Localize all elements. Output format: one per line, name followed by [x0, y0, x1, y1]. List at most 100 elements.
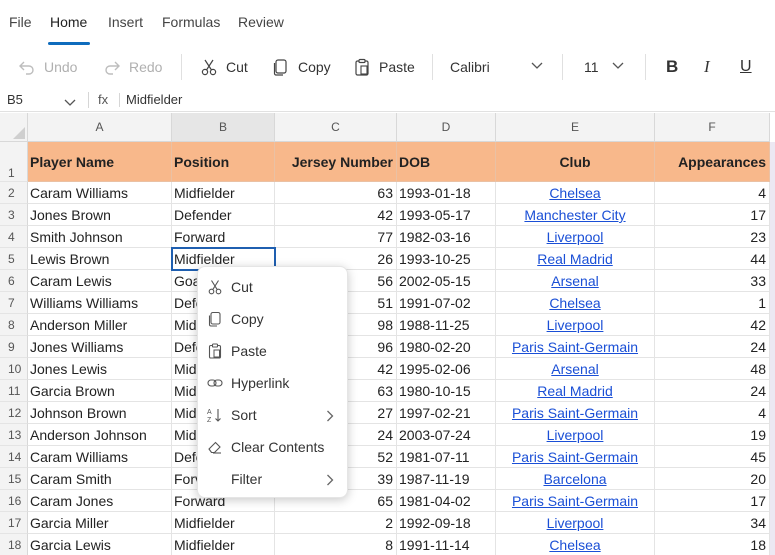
club-link-cell[interactable]: Paris Saint-Germain	[496, 336, 655, 358]
table-cell[interactable]: 1980-10-15	[397, 380, 496, 402]
row-header[interactable]: 17	[0, 512, 28, 534]
row-header[interactable]: 6	[0, 270, 28, 292]
row-header[interactable]: 8	[0, 314, 28, 336]
chevron-down-icon[interactable]	[64, 95, 76, 110]
table-cell[interactable]: Jones Brown	[28, 204, 172, 226]
row-header[interactable]: 12	[0, 402, 28, 424]
header-cell-appearances[interactable]: Appearances	[655, 142, 770, 182]
menu-item-sort[interactable]: A Z Sort	[198, 399, 347, 431]
table-cell[interactable]: 1995-02-06	[397, 358, 496, 380]
table-cell[interactable]: 24	[655, 380, 770, 402]
column-header-b[interactable]: B	[172, 113, 275, 142]
club-link-cell[interactable]: Real Madrid	[496, 248, 655, 270]
row-header[interactable]: 13	[0, 424, 28, 446]
menu-item-cut[interactable]: Cut	[198, 271, 347, 303]
row-header[interactable]: 15	[0, 468, 28, 490]
table-cell[interactable]: Williams Williams	[28, 292, 172, 314]
table-cell[interactable]: 77	[275, 226, 397, 248]
column-header-d[interactable]: D	[397, 113, 496, 142]
table-cell[interactable]: Jones Lewis	[28, 358, 172, 380]
row-header[interactable]: 2	[0, 182, 28, 204]
club-link-cell[interactable]: Paris Saint-Germain	[496, 446, 655, 468]
table-cell[interactable]: Anderson Johnson	[28, 424, 172, 446]
table-cell[interactable]: 45	[655, 446, 770, 468]
club-link-cell[interactable]: Paris Saint-Germain	[496, 490, 655, 512]
row-header[interactable]: 4	[0, 226, 28, 248]
row-header[interactable]: 5	[0, 248, 28, 270]
table-cell[interactable]: 24	[655, 336, 770, 358]
club-link-cell[interactable]: Paris Saint-Germain	[496, 402, 655, 424]
row-header[interactable]: 14	[0, 446, 28, 468]
header-cell-position[interactable]: Position	[172, 142, 275, 182]
header-cell-jersey-number[interactable]: Jersey Number	[275, 142, 397, 182]
table-cell[interactable]: 17	[655, 204, 770, 226]
font-name-dropdown[interactable]: Calibri	[450, 48, 546, 86]
redo-button[interactable]: Redo	[103, 48, 162, 86]
table-cell[interactable]: 44	[655, 248, 770, 270]
column-header-c[interactable]: C	[275, 113, 397, 142]
table-cell[interactable]: Garcia Brown	[28, 380, 172, 402]
table-cell[interactable]: 19	[655, 424, 770, 446]
table-cell[interactable]: Anderson Miller	[28, 314, 172, 336]
table-cell[interactable]: 1991-07-02	[397, 292, 496, 314]
row-header[interactable]: 1	[0, 142, 28, 182]
table-cell[interactable]: Forward	[172, 226, 275, 248]
table-cell[interactable]: 4	[655, 182, 770, 204]
menu-item-hyperlink[interactable]: Hyperlink	[198, 367, 347, 399]
row-header[interactable]: 7	[0, 292, 28, 314]
formula-input[interactable]: Midfielder	[126, 92, 182, 107]
name-box[interactable]: B5	[7, 92, 23, 107]
club-link-cell[interactable]: Chelsea	[496, 534, 655, 555]
table-cell[interactable]: Midfielder	[172, 512, 275, 534]
column-header-e[interactable]: E	[496, 113, 655, 142]
table-cell[interactable]: Caram Smith	[28, 468, 172, 490]
row-header[interactable]: 18	[0, 534, 28, 555]
table-cell[interactable]: 48	[655, 358, 770, 380]
table-cell[interactable]: Johnson Brown	[28, 402, 172, 424]
table-cell[interactable]: 2	[275, 512, 397, 534]
club-link-cell[interactable]: Arsenal	[496, 358, 655, 380]
table-cell[interactable]: 4	[655, 402, 770, 424]
table-cell[interactable]: 17	[655, 490, 770, 512]
club-link-cell[interactable]: Chelsea	[496, 292, 655, 314]
table-cell[interactable]: 1	[655, 292, 770, 314]
menu-item-filter[interactable]: Filter	[198, 463, 347, 495]
table-cell[interactable]: Smith Johnson	[28, 226, 172, 248]
row-header[interactable]: 11	[0, 380, 28, 402]
underline-button[interactable]: U	[740, 48, 752, 86]
table-cell[interactable]: 18	[655, 534, 770, 555]
header-cell-player-name[interactable]: Player Name	[28, 142, 172, 182]
cut-button[interactable]: Cut	[200, 48, 248, 86]
club-link-cell[interactable]: Liverpool	[496, 226, 655, 248]
table-cell[interactable]: 1993-01-18	[397, 182, 496, 204]
table-cell[interactable]: Caram Lewis	[28, 270, 172, 292]
table-cell[interactable]: 1988-11-25	[397, 314, 496, 336]
copy-button[interactable]: Copy	[272, 48, 331, 86]
select-all-corner[interactable]	[0, 113, 28, 142]
table-cell[interactable]: 20	[655, 468, 770, 490]
table-cell[interactable]: 1981-04-02	[397, 490, 496, 512]
club-link-cell[interactable]: Liverpool	[496, 314, 655, 336]
club-link-cell[interactable]: Manchester City	[496, 204, 655, 226]
paste-button[interactable]: Paste	[353, 48, 415, 86]
table-cell[interactable]: 33	[655, 270, 770, 292]
table-cell[interactable]: 1993-05-17	[397, 204, 496, 226]
tab-file[interactable]: File	[9, 14, 32, 30]
menu-item-paste[interactable]: Paste	[198, 335, 347, 367]
club-link-cell[interactable]: Real Madrid	[496, 380, 655, 402]
club-link-cell[interactable]: Liverpool	[496, 424, 655, 446]
row-header[interactable]: 10	[0, 358, 28, 380]
club-link-cell[interactable]: Barcelona	[496, 468, 655, 490]
table-cell[interactable]: 34	[655, 512, 770, 534]
tab-insert[interactable]: Insert	[108, 14, 143, 30]
tab-formulas[interactable]: Formulas	[162, 14, 220, 30]
table-cell[interactable]: 42	[655, 314, 770, 336]
row-header[interactable]: 3	[0, 204, 28, 226]
table-cell[interactable]: Midfielder	[172, 182, 275, 204]
table-cell[interactable]: 63	[275, 182, 397, 204]
table-cell[interactable]: Caram Jones	[28, 490, 172, 512]
table-cell[interactable]: 1997-02-21	[397, 402, 496, 424]
table-cell[interactable]: Garcia Miller	[28, 512, 172, 534]
club-link-cell[interactable]: Chelsea	[496, 182, 655, 204]
table-cell[interactable]: 2002-05-15	[397, 270, 496, 292]
